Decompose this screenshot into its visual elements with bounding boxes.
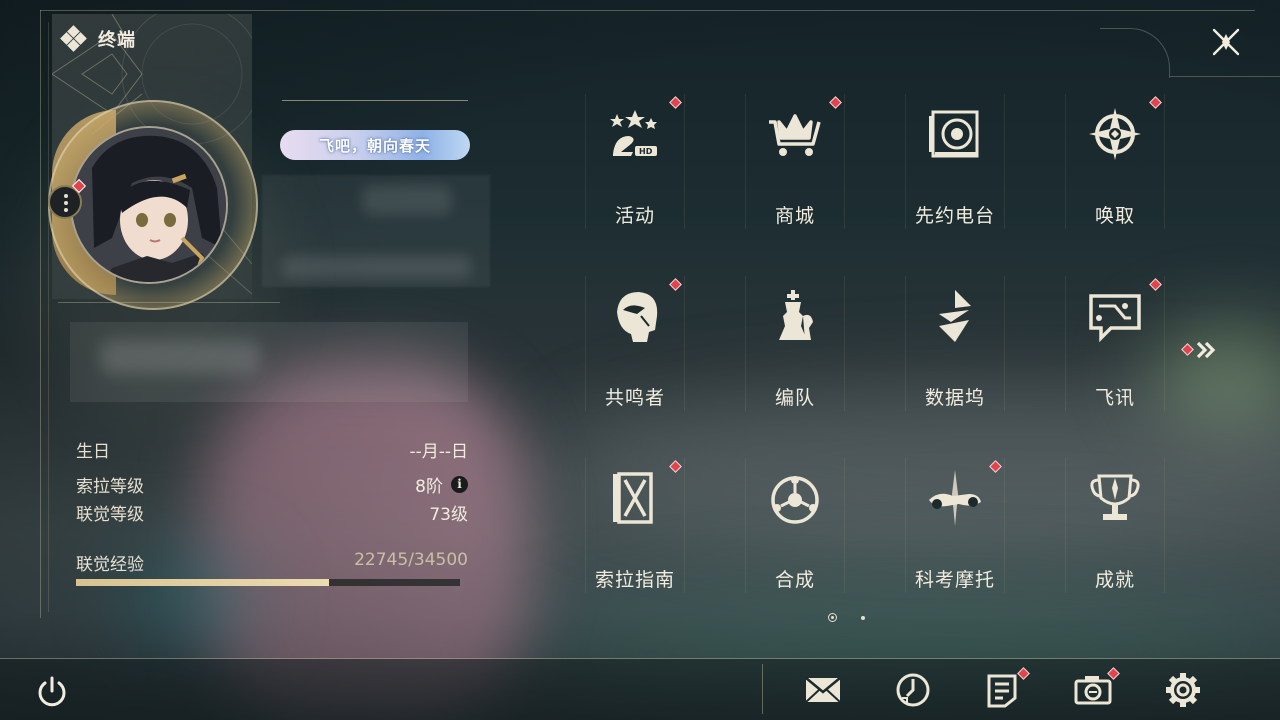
menu-item-databank[interactable]: 数据坞 — [905, 276, 1005, 411]
profile-divider — [58, 302, 280, 303]
stat-label: 索拉等级 — [76, 476, 144, 497]
motorbike-icon — [929, 470, 981, 526]
notification-badge — [829, 96, 842, 109]
team-chess-icon — [779, 290, 813, 340]
title-divider — [282, 100, 468, 101]
hidden-name-area — [262, 175, 490, 287]
frame-inner-line — [48, 22, 49, 612]
camera-icon — [1074, 676, 1112, 705]
menu-item-label: 索拉指南 — [594, 569, 675, 591]
menu-item-resonators[interactable]: 共鸣者 — [585, 276, 685, 411]
title-badge[interactable]: 飞吧，朝向春天 — [280, 130, 470, 160]
stat-union-level: 联觉等级 73级 — [76, 500, 468, 525]
menu-item-label: 商城 — [774, 205, 815, 227]
clock-button[interactable] — [893, 670, 937, 710]
stat-label: 联觉等级 — [76, 504, 144, 525]
radio-icon — [929, 110, 979, 158]
mail-icon — [805, 677, 841, 703]
menu-item-guidebook[interactable]: 索拉指南 — [585, 458, 685, 593]
frame-right-line — [1170, 76, 1280, 77]
svg-text:HD: HD — [639, 147, 653, 156]
title-badge-text: 飞吧，朝向春天 — [318, 136, 431, 155]
notification-badge — [1149, 278, 1162, 291]
bottom-divider-line — [0, 658, 1280, 659]
menu-item-label: 活动 — [614, 205, 655, 227]
notification-badge — [669, 96, 682, 109]
exp-progress-bar — [76, 579, 460, 586]
resonator-head-icon — [617, 292, 658, 342]
menu-item-label: 数据坞 — [924, 387, 985, 409]
union-exp: 联觉经验 22745/34500 — [76, 550, 468, 586]
info-icon[interactable]: i — [451, 475, 468, 493]
frame-left-line — [40, 10, 41, 618]
menu-item-convene[interactable]: 唤取 — [1065, 94, 1165, 229]
convene-compass-icon — [1089, 108, 1141, 160]
page-dot-active[interactable] — [828, 613, 837, 622]
guidebook-icon — [613, 472, 653, 524]
hidden-signature-area — [70, 322, 468, 402]
stat-label: 生日 — [76, 441, 110, 462]
menu-item-label: 编队 — [774, 387, 815, 409]
menu-item-radio[interactable]: 先约电台 — [905, 94, 1005, 229]
page-indicator — [828, 613, 865, 622]
terminal-header: 终端 — [60, 25, 136, 52]
menu-item-activity[interactable]: HD 活动 — [585, 94, 685, 229]
stat-birthday: 生日 --月--日 — [76, 437, 468, 462]
frame-top-line — [40, 10, 1255, 11]
notification-badge — [989, 460, 1002, 473]
trophy-icon — [1090, 474, 1140, 520]
settings-button[interactable] — [1163, 670, 1207, 710]
synthesis-icon — [771, 476, 819, 524]
notice-icon — [987, 674, 1017, 708]
menu-item-label: 成就 — [1094, 569, 1135, 591]
shop-cart-icon — [769, 114, 821, 156]
menu-item-synthesis[interactable]: 合成 — [745, 458, 845, 593]
menu-item-label: 合成 — [774, 569, 815, 591]
clock-icon — [896, 673, 930, 707]
stat-value: 8阶 — [415, 476, 443, 497]
messenger-bubble-icon — [1089, 294, 1141, 343]
menu-item-shop[interactable]: 商城 — [745, 94, 845, 229]
data-bank-icon — [939, 290, 971, 342]
notification-badge — [1149, 96, 1162, 109]
gear-icon — [1166, 673, 1200, 707]
power-icon — [38, 676, 66, 707]
next-page-button[interactable] — [1180, 338, 1220, 362]
character-portrait — [72, 128, 226, 282]
camera-button[interactable] — [1073, 667, 1120, 710]
close-button[interactable] — [1206, 22, 1246, 62]
menu-item-label: 唤取 — [1094, 205, 1135, 227]
avatar[interactable] — [70, 126, 228, 284]
stat-value: --月--日 — [409, 441, 468, 462]
menu-item-label: 飞讯 — [1094, 387, 1135, 409]
notification-badge — [669, 278, 682, 291]
stat-value: 73级 — [429, 504, 468, 525]
exp-progress-fill — [76, 579, 330, 586]
menu-item-team[interactable]: 编队 — [745, 276, 845, 411]
toolbar-separator — [762, 664, 763, 714]
stat-sol-rank: 索拉等级 8阶 i — [76, 472, 468, 497]
menu-item-label: 先约电台 — [914, 205, 995, 227]
page-title: 终端 — [98, 30, 136, 51]
activity-2hd-icon: HD — [610, 110, 657, 156]
notification-badge — [669, 460, 682, 473]
power-button[interactable] — [34, 674, 70, 710]
menu-item-label: 科考摩托 — [914, 569, 995, 591]
menu-item-achievements[interactable]: 成就 — [1065, 458, 1165, 593]
exp-value: 22745/34500 — [354, 550, 468, 570]
profile-stats: 生日 --月--日 索拉等级 8阶 i 联觉等级 73级 — [76, 437, 468, 525]
menu-item-motorbike[interactable]: 科考摩托 — [905, 458, 1005, 593]
terminal-logo-icon — [60, 25, 87, 52]
menu-item-messenger[interactable]: 飞讯 — [1065, 276, 1165, 411]
mail-button[interactable] — [803, 670, 847, 710]
page-dot[interactable] — [861, 615, 865, 620]
close-icon — [1212, 28, 1240, 56]
exp-label: 联觉经验 — [76, 555, 144, 575]
notice-button[interactable] — [983, 667, 1030, 710]
menu-item-label: 共鸣者 — [604, 387, 665, 409]
